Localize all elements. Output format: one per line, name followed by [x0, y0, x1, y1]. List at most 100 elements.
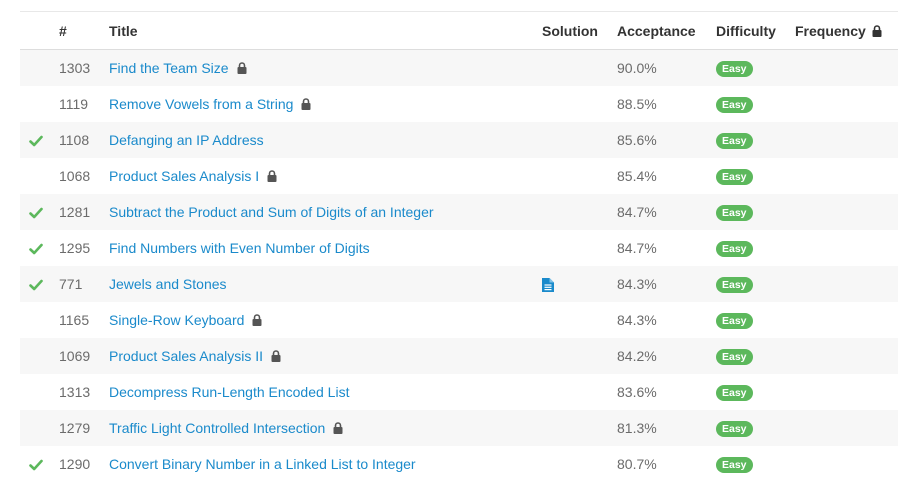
difficulty-cell: Easy — [716, 122, 795, 158]
problem-id-cell: 1068 — [59, 158, 109, 194]
frequency-cell — [795, 338, 898, 374]
solution-cell — [542, 266, 617, 302]
header-title-label: Title — [109, 22, 138, 39]
check-icon — [29, 207, 43, 219]
table-header: # Title Solution Acceptance Difficulty F… — [20, 11, 898, 50]
table-row: 1281 Subtract the Product and Sum of Digi… — [20, 194, 898, 230]
problem-id: 771 — [59, 276, 83, 292]
acceptance-rate: 84.3% — [617, 312, 657, 328]
difficulty-cell: Easy — [716, 302, 795, 338]
lock-icon — [301, 98, 311, 110]
difficulty-cell: Easy — [716, 338, 795, 374]
acceptance-rate: 81.3% — [617, 420, 657, 436]
header-id[interactable]: # — [59, 11, 109, 50]
acceptance-cell: 81.3% — [617, 410, 716, 446]
problem-id-cell: 1119 — [59, 86, 109, 122]
problem-id-cell: 1295 — [59, 230, 109, 266]
solution-cell — [542, 49, 617, 86]
header-acceptance[interactable]: Acceptance — [617, 11, 716, 50]
problem-title-link[interactable]: Subtract the Product and Sum of Digits o… — [109, 204, 434, 220]
solution-cell — [542, 158, 617, 194]
header-frequency[interactable]: Frequency — [795, 11, 898, 50]
problem-title-link[interactable]: Traffic Light Controlled Intersection — [109, 420, 325, 436]
problem-title-link[interactable]: Remove Vowels from a String — [109, 96, 293, 112]
problem-id: 1281 — [59, 204, 91, 220]
problem-title-link[interactable]: Find the Team Size — [109, 60, 229, 76]
status-cell — [20, 158, 59, 194]
header-title[interactable]: Title — [109, 11, 542, 50]
frequency-cell — [795, 194, 898, 230]
frequency-cell — [795, 410, 898, 446]
frequency-cell — [795, 86, 898, 122]
acceptance-cell: 84.3% — [617, 302, 716, 338]
difficulty-cell: Easy — [716, 266, 795, 302]
status-cell — [20, 338, 59, 374]
header-row: # Title Solution Acceptance Difficulty F… — [20, 11, 898, 50]
problem-id: 1295 — [59, 240, 91, 256]
acceptance-rate: 84.7% — [617, 240, 657, 256]
lock-icon — [252, 314, 262, 326]
table-row: 1313 Decompress Run-Length Encoded List 83… — [20, 374, 898, 410]
problem-id: 1119 — [59, 96, 89, 112]
problem-title-cell: Find Numbers with Even Number of Digits — [109, 230, 542, 266]
solution-cell — [542, 410, 617, 446]
solution-cell — [542, 86, 617, 122]
problem-title-link[interactable]: Defanging an IP Address — [109, 132, 264, 148]
difficulty-cell: Easy — [716, 230, 795, 266]
header-difficulty[interactable]: Difficulty — [716, 11, 795, 50]
check-icon — [29, 459, 43, 471]
header-frequency-label: Frequency — [795, 22, 866, 39]
table-row: 1303 Find the Team Size 90.0% Easy — [20, 49, 898, 86]
difficulty-badge: Easy — [716, 204, 753, 221]
problem-id-cell: 1303 — [59, 49, 109, 86]
frequency-cell — [795, 446, 898, 482]
check-icon — [29, 135, 43, 147]
problem-title-link[interactable]: Find Numbers with Even Number of Digits — [109, 240, 370, 256]
solution-document-icon[interactable] — [542, 278, 554, 293]
acceptance-rate: 85.4% — [617, 168, 657, 184]
acceptance-cell: 90.0% — [617, 49, 716, 86]
problem-id-cell: 1313 — [59, 374, 109, 410]
frequency-cell — [795, 49, 898, 86]
lock-icon — [333, 422, 343, 434]
problem-table: # Title Solution Acceptance Difficulty F… — [20, 11, 898, 482]
header-difficulty-label: Difficulty — [716, 22, 776, 39]
acceptance-cell: 88.5% — [617, 86, 716, 122]
acceptance-rate: 90.0% — [617, 60, 657, 76]
acceptance-cell: 84.7% — [617, 230, 716, 266]
lock-icon — [267, 170, 277, 182]
problem-title-cell: Convert Binary Number in a Linked List t… — [109, 446, 542, 482]
problem-id-cell: 1069 — [59, 338, 109, 374]
problem-title-cell: Subtract the Product and Sum of Digits o… — [109, 194, 542, 230]
acceptance-cell: 84.3% — [617, 266, 716, 302]
acceptance-cell: 84.7% — [617, 194, 716, 230]
problem-id-cell: 771 — [59, 266, 109, 302]
table-row: 771 Jewels and Stones 84.3% Easy — [20, 266, 898, 302]
difficulty-cell: Easy — [716, 194, 795, 230]
problem-title-cell: Product Sales Analysis I — [109, 158, 542, 194]
problem-title-link[interactable]: Product Sales Analysis I — [109, 168, 259, 184]
problem-title-link[interactable]: Convert Binary Number in a Linked List t… — [109, 456, 416, 472]
problem-title-cell: Single-Row Keyboard — [109, 302, 542, 338]
table-body: 1303 Find the Team Size 90.0% Easy 1119 Remov… — [20, 49, 898, 482]
table-row: 1068 Product Sales Analysis I 85.4% Easy — [20, 158, 898, 194]
problem-title-link[interactable]: Product Sales Analysis II — [109, 348, 263, 364]
problem-title-cell: Traffic Light Controlled Intersection — [109, 410, 542, 446]
problem-id-cell: 1279 — [59, 410, 109, 446]
acceptance-cell: 85.4% — [617, 158, 716, 194]
acceptance-rate: 83.6% — [617, 384, 657, 400]
header-solution[interactable]: Solution — [542, 11, 617, 50]
acceptance-rate: 80.7% — [617, 456, 657, 472]
problem-title-link[interactable]: Decompress Run-Length Encoded List — [109, 384, 349, 400]
status-cell — [20, 49, 59, 86]
frequency-cell — [795, 302, 898, 338]
header-status[interactable] — [20, 11, 59, 50]
problem-id-cell: 1108 — [59, 122, 109, 158]
difficulty-badge: Easy — [716, 348, 753, 365]
difficulty-badge: Easy — [716, 168, 753, 185]
status-cell — [20, 122, 59, 158]
problem-title-link[interactable]: Jewels and Stones — [109, 276, 227, 292]
lock-icon — [237, 62, 247, 74]
problem-title-link[interactable]: Single-Row Keyboard — [109, 312, 244, 328]
solution-cell — [542, 122, 617, 158]
